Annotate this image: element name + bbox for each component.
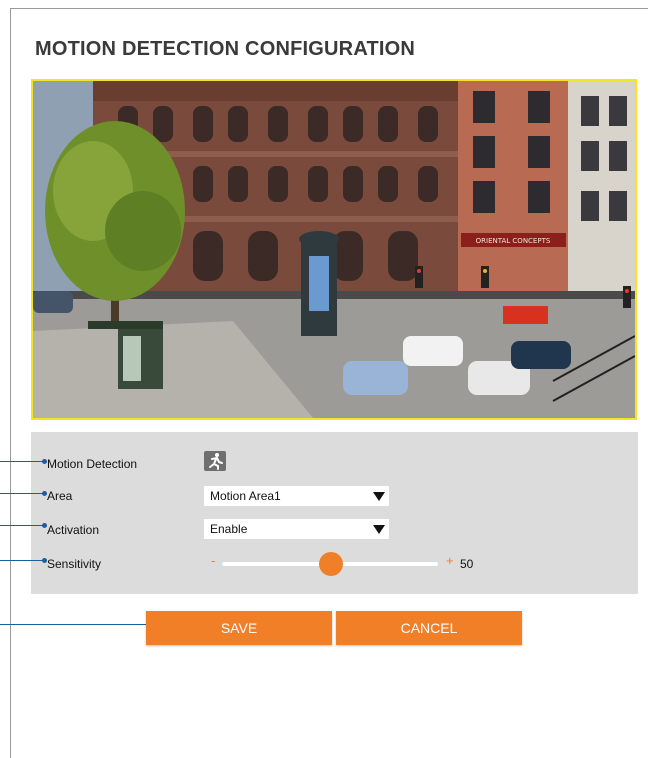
activation-select[interactable]: Enable xyxy=(204,519,389,539)
area-select-value: Motion Area1 xyxy=(210,489,281,503)
area-select[interactable]: Motion Area1 xyxy=(204,486,389,506)
camera-image: ORIENTAL CONCEPTS xyxy=(33,81,635,418)
chevron-down-icon xyxy=(373,492,385,501)
leader-line xyxy=(0,461,42,462)
page-title: MOTION DETECTION CONFIGURATION xyxy=(35,38,416,60)
leader-line xyxy=(0,493,42,494)
running-person-icon[interactable] xyxy=(204,451,226,471)
leader-line xyxy=(0,560,42,561)
activation-label: Activation xyxy=(47,523,100,537)
page-frame-left-border xyxy=(10,8,11,758)
cancel-button[interactable]: CANCEL xyxy=(336,611,522,645)
area-label: Area xyxy=(47,489,73,503)
store-sign: ORIENTAL CONCEPTS xyxy=(476,237,551,245)
running-person-icon xyxy=(209,453,223,470)
sensitivity-value: 50 xyxy=(460,557,474,571)
save-button[interactable]: SAVE xyxy=(146,611,332,645)
sensitivity-slider-handle[interactable] xyxy=(319,552,343,576)
activation-select-value: Enable xyxy=(210,522,248,536)
sensitivity-minus-icon[interactable]: - xyxy=(211,553,215,568)
chevron-down-icon xyxy=(373,525,385,534)
leader-line xyxy=(0,525,42,526)
sensitivity-plus-icon[interactable]: + xyxy=(446,553,454,568)
page-frame-top-border xyxy=(10,8,648,9)
motion-detection-label: Motion Detection xyxy=(47,457,138,471)
sensitivity-label: Sensitivity xyxy=(47,557,102,571)
camera-preview: ORIENTAL CONCEPTS xyxy=(31,79,637,420)
